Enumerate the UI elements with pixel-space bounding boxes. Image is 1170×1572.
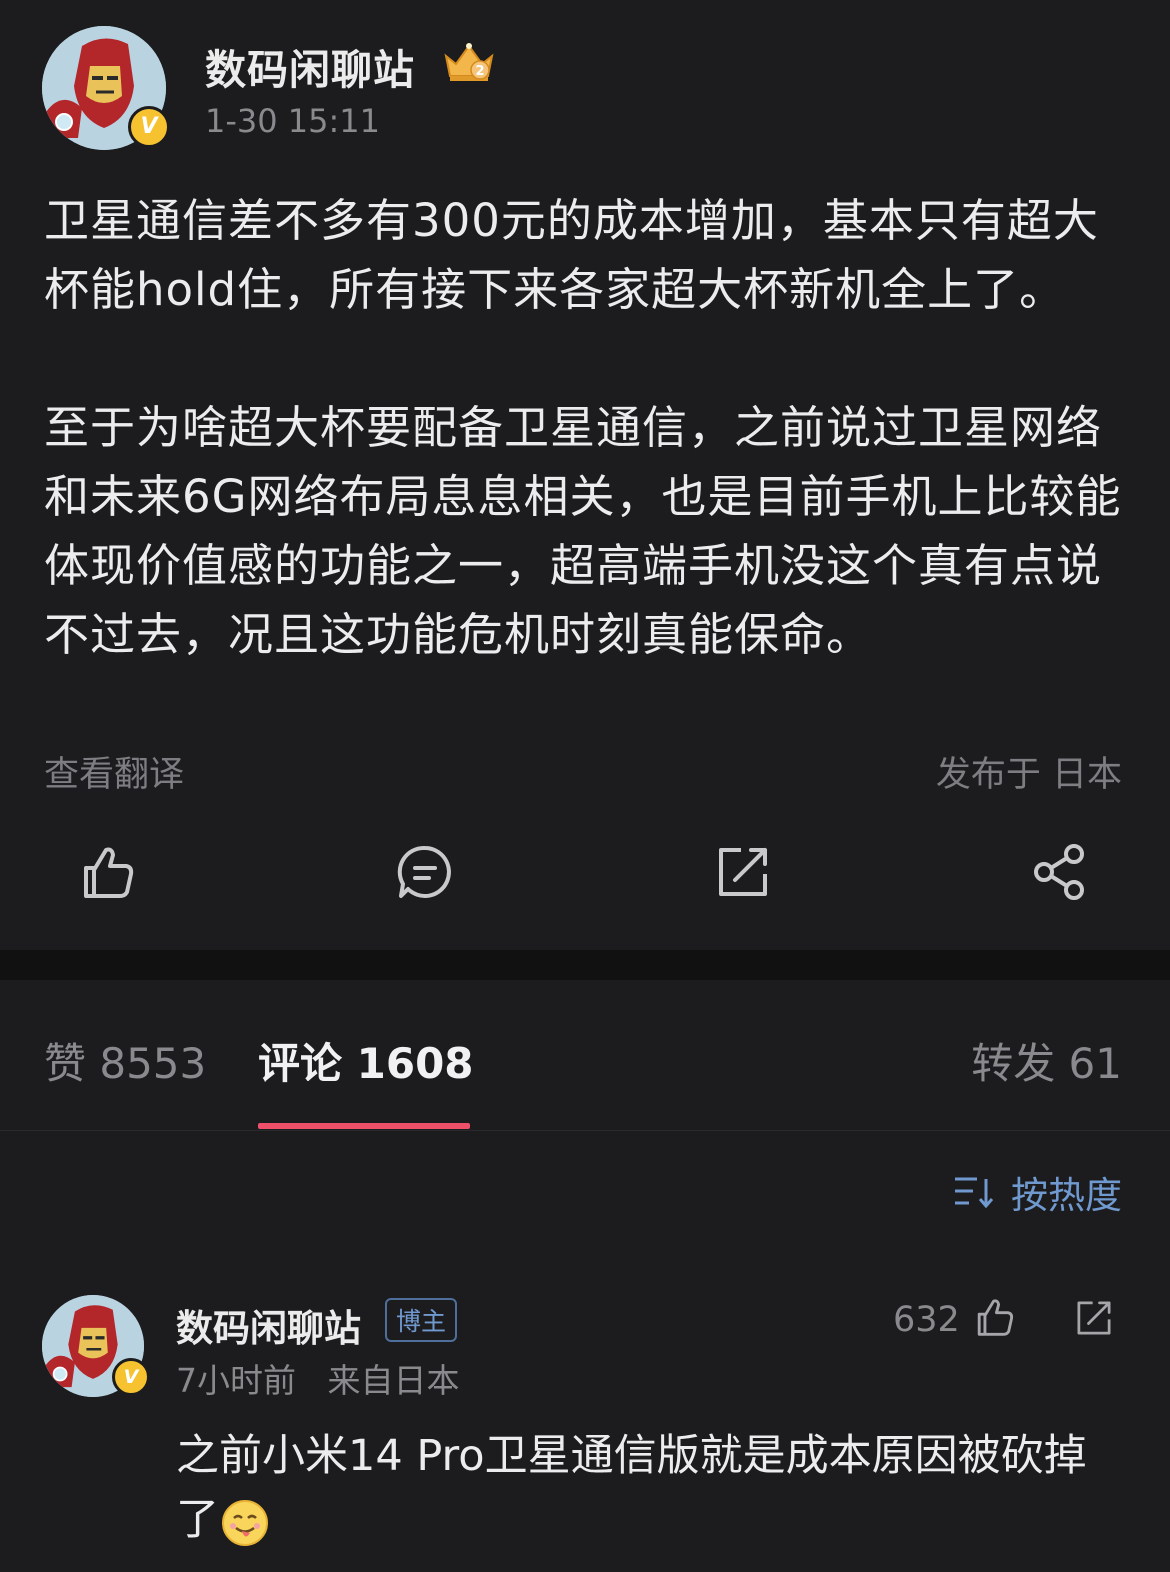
post-body: 卫星通信差不多有300元的成本增加，基本只有超大杯能hold住，所有接下来各家超… <box>44 186 1134 669</box>
comment-meta: 7小时前 来自日本 <box>176 1354 459 1402</box>
tab-comments[interactable]: 评论 1608 <box>258 1030 474 1091</box>
comment-like-count: 632 <box>893 1300 960 1340</box>
sort-icon <box>955 1177 994 1209</box>
repost-icon[interactable] <box>711 840 775 904</box>
tab-reposts[interactable]: 转发 61 <box>971 1030 1122 1091</box>
post-paragraph-2: 至于为啥超大杯要配备卫星通信，之前说过卫星网络和未来6G网络布局息息相关，也是目… <box>44 401 1122 661</box>
crown-icon: 2 <box>444 43 494 81</box>
comment-repost-icon[interactable] <box>1072 1296 1116 1340</box>
thumbs-up-icon[interactable] <box>76 840 140 904</box>
comment-like-icon[interactable] <box>972 1294 1018 1340</box>
blogger-badge: 博主 <box>385 1298 458 1342</box>
tongue-face-emoji <box>222 1499 268 1546</box>
comment-body: 之前小米14 Pro卫星通信版就是成本原因被砍掉了 <box>176 1431 1087 1545</box>
post-timestamp: 1-30 15:11 <box>205 102 381 140</box>
verified-badge-icon: V <box>128 106 170 148</box>
active-tab-indicator <box>258 1123 470 1129</box>
comment-source: 来自日本 <box>327 1361 460 1400</box>
comment-icon[interactable] <box>393 840 457 904</box>
tabs-divider <box>0 1130 1170 1131</box>
post-location: 发布于 日本 <box>935 755 1122 795</box>
sort-button[interactable]: 按热度 <box>953 1165 1122 1219</box>
post-paragraph-1: 卫星通信差不多有300元的成本增加，基本只有超大杯能hold住，所有接下来各家超… <box>44 194 1099 316</box>
tab-likes[interactable]: 赞 8553 <box>44 1030 206 1091</box>
post-card: V 数码闲聊站 2 1-30 15:11 卫星通信差不多有300元的成本增加，基… <box>0 0 1170 950</box>
author-name[interactable]: 数码闲聊站 <box>205 36 415 96</box>
sort-label: 按热度 <box>1011 1174 1122 1217</box>
comment-verified-badge-icon: V <box>112 1358 150 1396</box>
comment-text: 之前小米14 Pro卫星通信版就是成本原因被砍掉了 <box>176 1424 1116 1552</box>
translate-link[interactable]: 查看翻译 <box>44 746 184 797</box>
comment-time: 7小时前 <box>176 1361 296 1400</box>
comment-author[interactable]: 数码闲聊站 <box>176 1298 361 1352</box>
share-icon[interactable] <box>1028 840 1092 904</box>
section-divider <box>0 950 1170 980</box>
svg-text:2: 2 <box>475 64 484 79</box>
